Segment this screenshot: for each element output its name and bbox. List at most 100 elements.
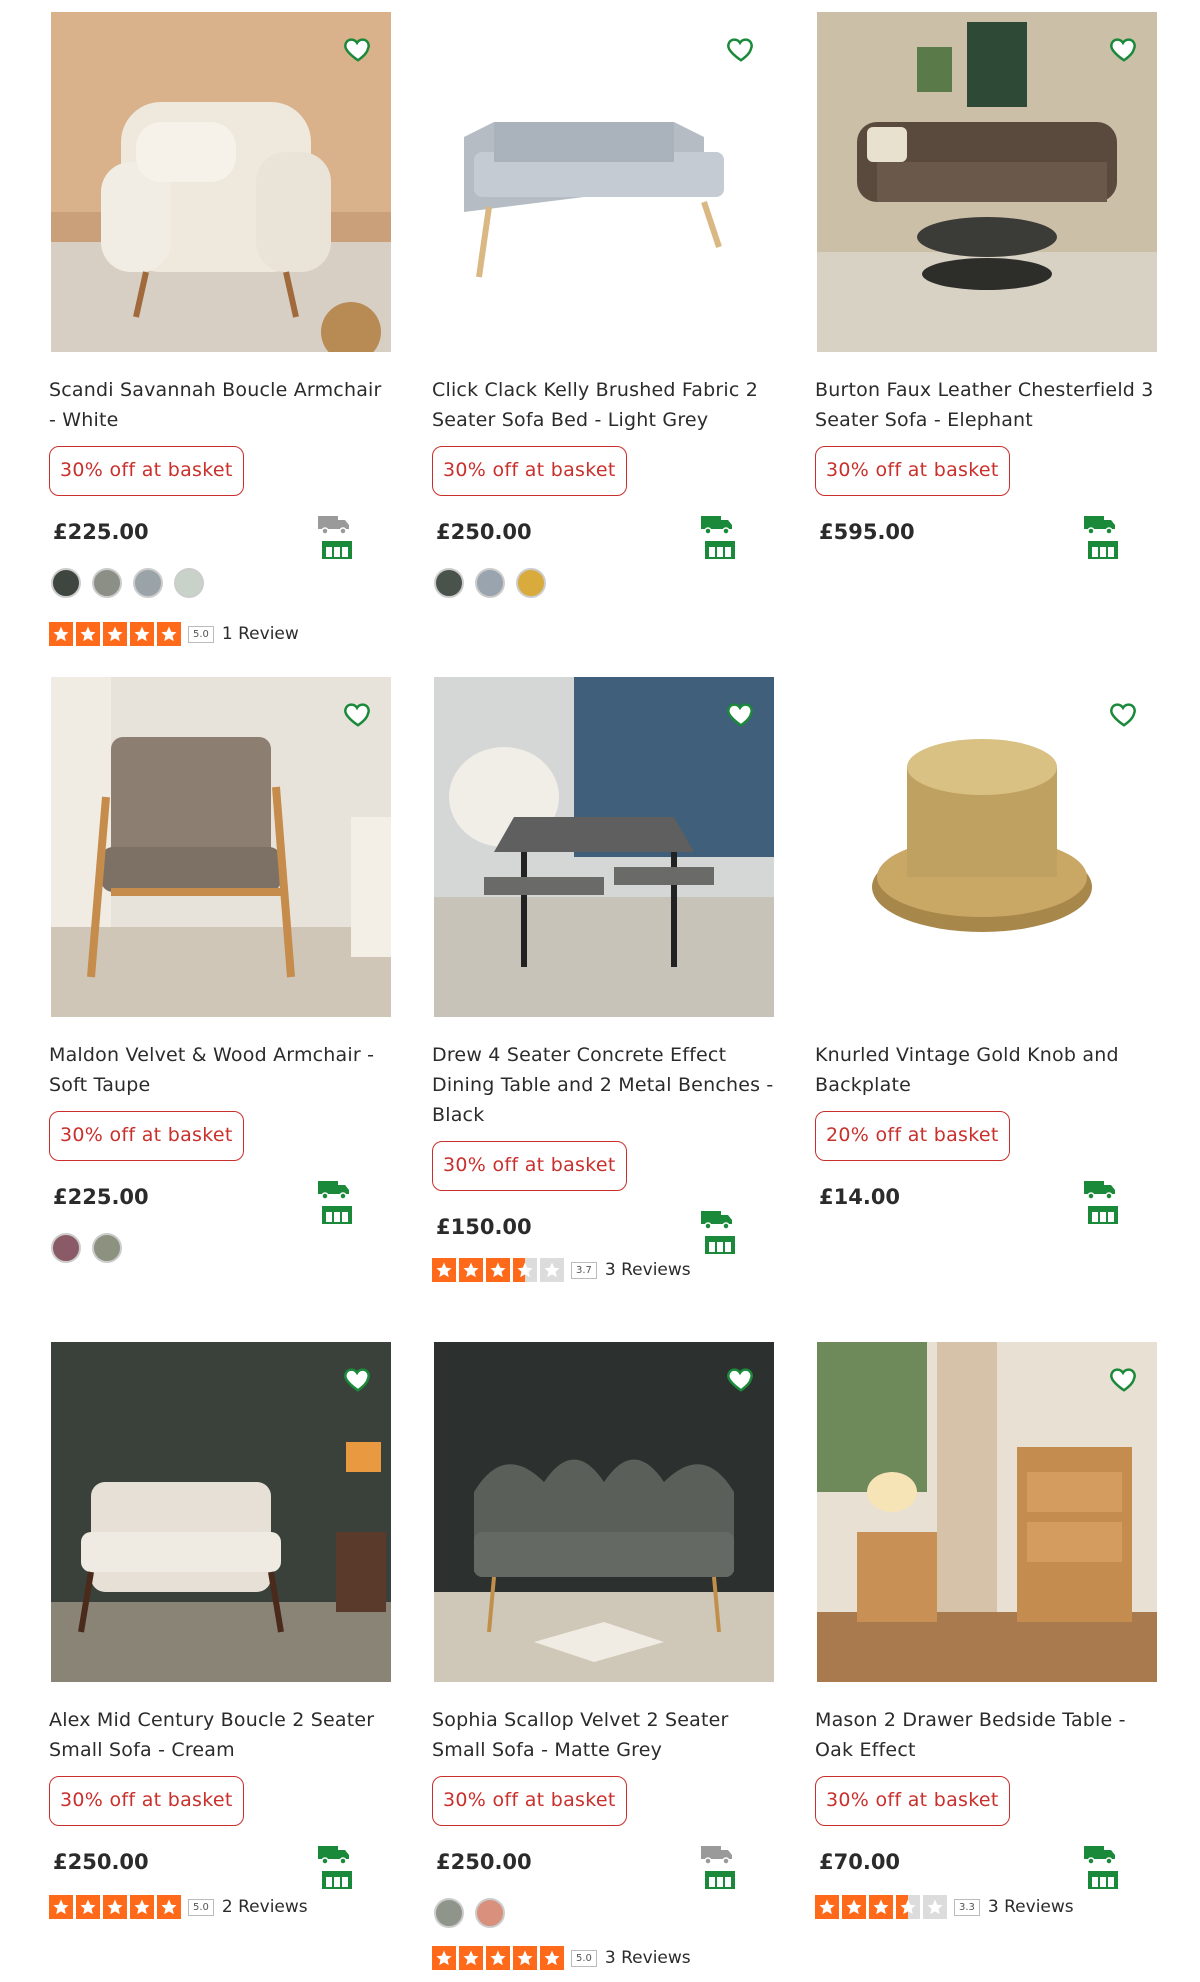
colour-swatch[interactable] — [92, 568, 122, 598]
star-icon — [157, 622, 181, 646]
delivery-options — [700, 513, 774, 565]
colour-swatch[interactable] — [133, 568, 163, 598]
star-icon — [459, 1258, 483, 1282]
delivery-options — [700, 1843, 774, 1895]
click-and-collect-icon — [705, 1871, 735, 1889]
product-price: £250.00 — [436, 520, 532, 544]
offer-badge: 30% off at basket — [432, 446, 627, 496]
star-rating[interactable]: 5.0 1 Review — [49, 621, 299, 647]
click-and-collect-icon — [1088, 1206, 1118, 1224]
product-title[interactable]: Sophia Scallop Velvet 2 Seater Small Sof… — [432, 1705, 777, 1765]
wishlist-heart-icon[interactable] — [1109, 699, 1139, 729]
product-image[interactable] — [51, 677, 391, 1017]
review-count[interactable]: 1 Review — [222, 624, 299, 644]
product-title[interactable]: Knurled Vintage Gold Knob and Backplate — [815, 1040, 1160, 1100]
star-rating[interactable]: 5.0 2 Reviews — [49, 1894, 308, 1920]
offer-badge: 30% off at basket — [432, 1141, 627, 1191]
star-icon — [432, 1258, 456, 1282]
review-count[interactable]: 3 Reviews — [605, 1260, 691, 1280]
product-title[interactable]: Maldon Velvet & Wood Armchair - Soft Tau… — [49, 1040, 394, 1100]
product-title[interactable]: Burton Faux Leather Chesterfield 3 Seate… — [815, 375, 1160, 435]
colour-swatch[interactable] — [51, 1233, 81, 1263]
colour-swatch[interactable] — [434, 1898, 464, 1928]
wishlist-heart-icon[interactable] — [343, 1364, 373, 1394]
offer-badge: 30% off at basket — [49, 446, 244, 496]
star-icon — [815, 1895, 839, 1919]
star-icon — [513, 1946, 537, 1970]
star-icon — [459, 1946, 483, 1970]
product-image[interactable] — [817, 1342, 1157, 1682]
home-delivery-icon — [701, 1846, 732, 1865]
colour-swatch[interactable] — [51, 568, 81, 598]
product-price: £225.00 — [53, 520, 149, 544]
colour-swatch[interactable] — [475, 568, 505, 598]
wishlist-heart-icon[interactable] — [726, 1364, 756, 1394]
review-count[interactable]: 3 Reviews — [605, 1948, 691, 1968]
star-icon — [842, 1895, 866, 1919]
delivery-options — [317, 513, 391, 565]
product-image[interactable] — [51, 12, 391, 352]
star-icon — [130, 622, 154, 646]
star-icon — [540, 1946, 564, 1970]
wishlist-heart-icon[interactable] — [343, 34, 373, 64]
home-delivery-icon — [1084, 1846, 1115, 1865]
colour-swatches — [51, 568, 215, 600]
product-price: £250.00 — [53, 1850, 149, 1874]
wishlist-heart-icon[interactable] — [726, 699, 756, 729]
star-rating[interactable]: 3.3 3 Reviews — [815, 1894, 1074, 1920]
wishlist-heart-icon[interactable] — [726, 34, 756, 64]
home-delivery-icon — [701, 516, 732, 535]
star-icon — [513, 1258, 537, 1282]
colour-swatch[interactable] — [434, 568, 464, 598]
product-title[interactable]: Scandi Savannah Boucle Armchair - White — [49, 375, 394, 435]
colour-swatch[interactable] — [475, 1898, 505, 1928]
colour-swatch[interactable] — [516, 568, 546, 598]
wishlist-heart-icon[interactable] — [343, 699, 373, 729]
star-icon — [49, 1895, 73, 1919]
star-rating[interactable]: 3.7 3 Reviews — [432, 1257, 691, 1283]
star-icon — [896, 1895, 920, 1919]
delivery-options — [317, 1843, 391, 1895]
home-delivery-icon — [318, 1181, 349, 1200]
product-image[interactable] — [817, 12, 1157, 352]
product-image[interactable] — [434, 677, 774, 1017]
star-icon — [103, 622, 127, 646]
offer-badge: 30% off at basket — [815, 446, 1010, 496]
colour-swatch[interactable] — [174, 568, 204, 598]
colour-swatches — [434, 1898, 516, 1930]
wishlist-heart-icon[interactable] — [1109, 34, 1139, 64]
product-image[interactable] — [434, 1342, 774, 1682]
star-icon — [157, 1895, 181, 1919]
colour-swatches — [434, 568, 557, 600]
product-title[interactable]: Mason 2 Drawer Bedside Table - Oak Effec… — [815, 1705, 1160, 1765]
product-image[interactable] — [817, 677, 1157, 1017]
click-and-collect-icon — [705, 541, 735, 559]
product-title[interactable]: Alex Mid Century Boucle 2 Seater Small S… — [49, 1705, 394, 1765]
product-image[interactable] — [434, 12, 774, 352]
offer-badge: 20% off at basket — [815, 1111, 1010, 1161]
review-count[interactable]: 2 Reviews — [222, 1897, 308, 1917]
product-title[interactable]: Drew 4 Seater Concrete Effect Dining Tab… — [432, 1040, 777, 1130]
rating-score: 5.0 — [188, 1898, 214, 1916]
rating-score: 5.0 — [188, 625, 214, 643]
home-delivery-icon — [318, 1846, 349, 1865]
delivery-options — [1083, 513, 1157, 565]
rating-score: 3.3 — [954, 1898, 980, 1916]
product-title[interactable]: Click Clack Kelly Brushed Fabric 2 Seate… — [432, 375, 777, 435]
product-image[interactable] — [51, 1342, 391, 1682]
wishlist-heart-icon[interactable] — [1109, 1364, 1139, 1394]
home-delivery-icon — [701, 1211, 732, 1230]
star-icon — [540, 1258, 564, 1282]
product-price: £225.00 — [53, 1185, 149, 1209]
offer-badge: 30% off at basket — [49, 1776, 244, 1826]
home-delivery-icon — [1084, 1181, 1115, 1200]
colour-swatch[interactable] — [92, 1233, 122, 1263]
rating-score: 5.0 — [571, 1949, 597, 1967]
star-icon — [432, 1946, 456, 1970]
star-icon — [130, 1895, 154, 1919]
star-icon — [923, 1895, 947, 1919]
star-rating[interactable]: 5.0 3 Reviews — [432, 1945, 691, 1971]
product-price: £595.00 — [819, 520, 915, 544]
click-and-collect-icon — [322, 541, 352, 559]
review-count[interactable]: 3 Reviews — [988, 1897, 1074, 1917]
